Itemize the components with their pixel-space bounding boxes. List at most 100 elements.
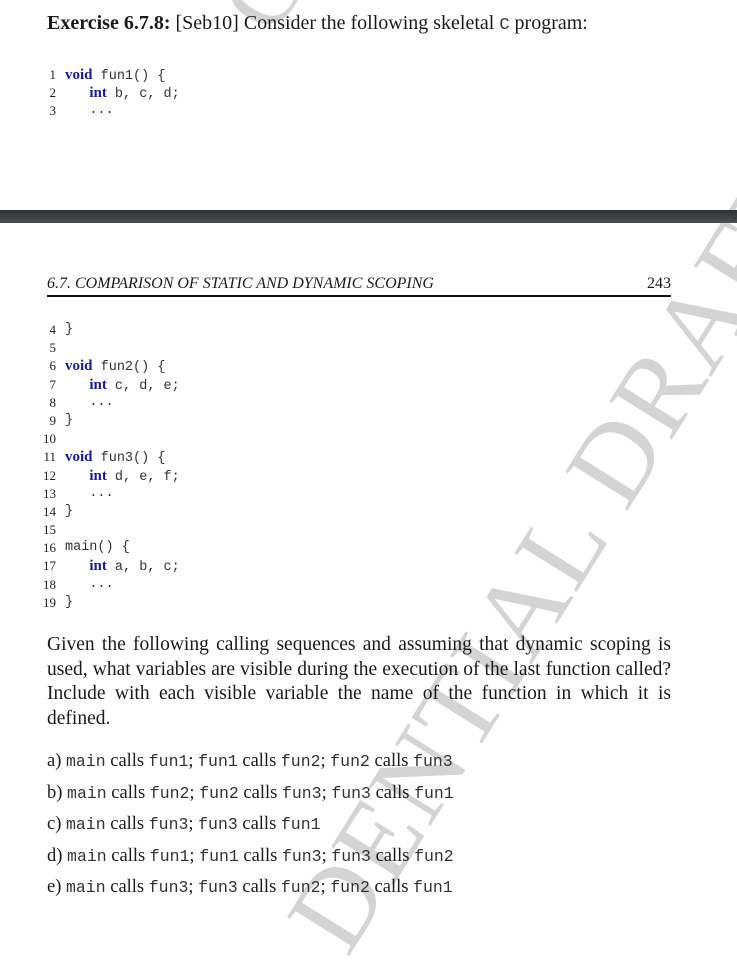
separator: ;	[188, 814, 199, 834]
calls-word: calls	[237, 877, 281, 897]
caller-function: fun3	[198, 878, 238, 897]
caller-function: main	[66, 878, 106, 897]
line-number: 10	[43, 431, 56, 447]
exercise-lang: C	[499, 16, 510, 35]
code-text: int c, d, e;	[65, 376, 180, 394]
code-content: fun2() {	[92, 360, 166, 376]
page-number: 243	[647, 275, 671, 292]
code-line: 12 int d, e, f;	[30, 467, 180, 485]
code-line: 3 ...	[30, 102, 180, 120]
question-text: Given the following calling sequences an…	[47, 634, 671, 729]
code-text: void fun3() {	[65, 448, 165, 466]
code-keyword: int	[89, 376, 107, 393]
page-break-bar	[0, 210, 737, 223]
code-content: }	[65, 322, 74, 337]
line-number: 5	[49, 340, 57, 356]
callee-function: fun3	[281, 783, 322, 803]
calls-word: calls	[105, 814, 149, 834]
code-content: fun3() {	[92, 451, 166, 467]
line-number: 19	[43, 594, 56, 610]
code-line: 10	[30, 430, 180, 448]
code-text: ...	[65, 394, 113, 412]
callee-function: fun2	[280, 752, 321, 771]
calling-sequence-item: c) main calls fun3; fun3 calls fun1	[47, 811, 454, 843]
caller-function: fun1	[199, 846, 239, 866]
code-content: }	[65, 594, 74, 610]
code-keyword: void	[65, 67, 93, 83]
separator: ;	[321, 845, 332, 866]
code-text: ...	[65, 576, 114, 594]
code-content: a, b, c;	[106, 560, 180, 576]
code-line: 8 ...	[30, 394, 180, 412]
code-content: b, c, d;	[106, 87, 180, 103]
code-line: 14}	[30, 503, 180, 521]
line-number: 4	[49, 322, 57, 337]
callee-function: fun2	[149, 783, 190, 803]
line-number: 8	[49, 394, 57, 410]
separator: ;	[189, 845, 200, 866]
caller-function: main	[67, 846, 107, 866]
callee-function: fun1	[149, 846, 190, 866]
line-number: 2	[49, 85, 57, 101]
code-line: 19}	[30, 594, 180, 612]
exercise-label: Exercise 6.7.8:	[47, 12, 171, 34]
code-keyword: int	[89, 467, 107, 484]
caller-function: fun1	[198, 752, 238, 771]
code-content: fun1() {	[92, 69, 166, 84]
code-keyword: void	[65, 449, 93, 466]
callee-function: fun2	[414, 846, 454, 866]
code-line: 17 int a, b, c;	[30, 557, 180, 575]
line-number: 3	[49, 103, 57, 119]
item-label: b)	[47, 782, 68, 803]
code-text: }	[65, 503, 73, 521]
code-content: }	[65, 412, 74, 428]
line-number: 16	[43, 540, 56, 556]
calls-word: calls	[106, 782, 150, 803]
calling-sequence-item: d) main calls fun1; fun1 calls fun3; fun…	[47, 843, 454, 875]
calls-word: calls	[369, 877, 414, 897]
caller-function: fun3	[198, 815, 238, 834]
running-header: 6.7. COMPARISON OF STATIC AND DYNAMIC SC…	[47, 275, 671, 297]
line-number: 9	[49, 412, 57, 428]
line-number: 1	[49, 67, 57, 82]
caller-function: fun2	[330, 878, 370, 897]
code-text: void fun2() {	[65, 357, 165, 375]
separator: ;	[189, 782, 200, 803]
caller-function: fun2	[199, 783, 239, 803]
code-text: void fun1() {	[65, 66, 165, 84]
code-line: 18 ...	[30, 576, 180, 594]
code-line: 16 main() {	[30, 539, 180, 557]
callee-function: fun2	[280, 878, 321, 897]
callee-function: fun1	[413, 878, 453, 897]
code-keyword: int	[89, 558, 107, 575]
calling-sequence-item: b) main calls fun2; fun2 calls fun3; fun…	[47, 780, 454, 812]
caller-function: main	[66, 815, 106, 834]
separator: ;	[188, 751, 199, 771]
code-line: 15	[30, 521, 180, 539]
callee-function: fun1	[148, 752, 189, 771]
code-line: 6 void fun2() {	[30, 357, 180, 375]
callee-function: fun3	[148, 815, 189, 834]
code-text: int a, b, c;	[65, 557, 180, 576]
callee-function: fun1	[414, 783, 454, 803]
code-content: c, d, e;	[106, 378, 180, 394]
code-text: ...	[65, 102, 113, 120]
code-content: }	[65, 503, 74, 519]
code-listing-part1: 1 void fun1() {2 int b, c, d; 3 ...	[30, 66, 180, 121]
callee-function: fun1	[280, 815, 321, 834]
code-text: }	[65, 412, 73, 430]
section-title: 6.7. COMPARISON OF STATIC AND DYNAMIC SC…	[47, 275, 434, 292]
calls-word: calls	[369, 751, 414, 771]
code-text: int d, e, f;	[65, 467, 179, 485]
calls-word: calls	[105, 877, 149, 897]
code-content: ...	[89, 576, 114, 592]
caller-function: main	[66, 752, 106, 771]
exercise-title: Exercise 6.7.8: [Seb10] Consider the fol…	[47, 12, 588, 35]
callee-function: fun3	[413, 752, 453, 771]
calls-word: calls	[237, 751, 281, 771]
item-label: d)	[47, 845, 68, 866]
item-label: c)	[47, 814, 66, 834]
separator: ;	[321, 782, 332, 803]
code-line: 5	[30, 339, 180, 357]
line-number: 18	[43, 576, 56, 592]
